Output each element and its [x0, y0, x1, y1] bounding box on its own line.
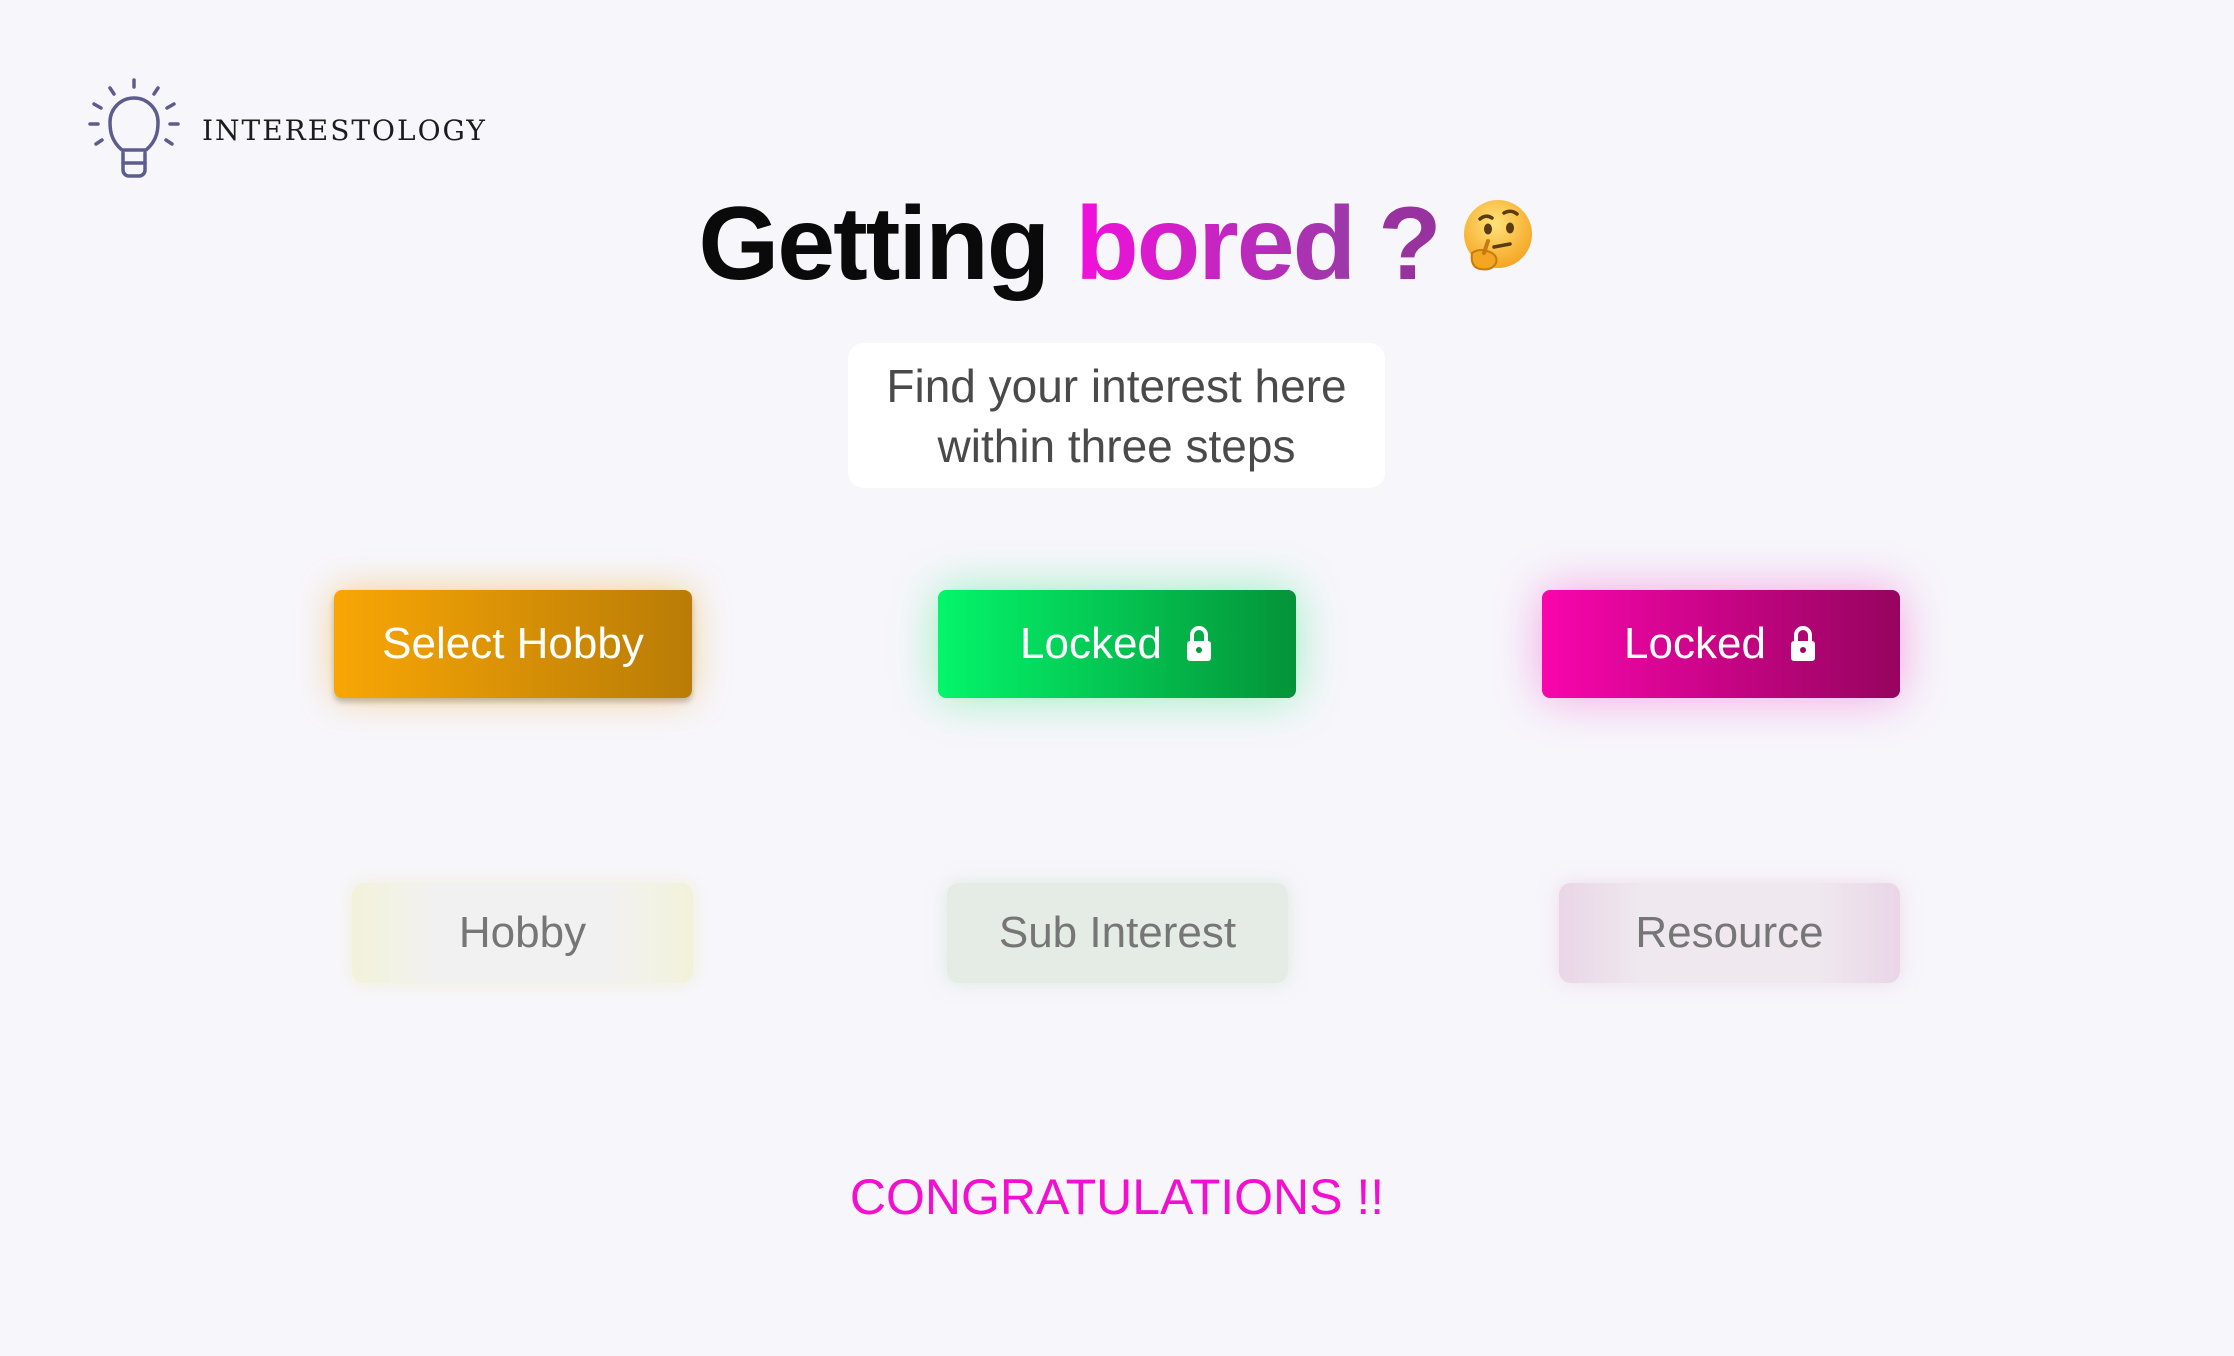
sub-interest-tag: Sub Interest [947, 883, 1288, 983]
sub-interest-tag-label: Sub Interest [998, 908, 1237, 957]
subtitle-text: Find your interest here within three ste… [886, 359, 1347, 472]
hobby-tag-label: Hobby [458, 908, 587, 957]
hobby-tag: Hobby [352, 883, 693, 983]
resource-tag-label: Resource [1635, 908, 1824, 957]
resource-tag: Resource [1559, 883, 1900, 983]
locked-sub-interest-button[interactable]: Locked [938, 590, 1296, 698]
locked-resource-button[interactable]: Locked [1542, 590, 1900, 698]
select-hobby-button[interactable]: Select Hobby [334, 590, 692, 698]
brand-name: INTERESTOLOGY [202, 113, 487, 147]
brand-logo[interactable]: INTERESTOLOGY [86, 78, 487, 182]
page-title: Getting bored? [0, 185, 2234, 304]
locked-label: Locked [1624, 619, 1766, 668]
title-word-bored: bored [1075, 186, 1356, 302]
title-question-mark: ? [1378, 186, 1442, 302]
thinking-face-icon [1463, 200, 1532, 271]
title-word-getting: Getting [698, 186, 1050, 302]
lock-icon [1790, 626, 1815, 661]
select-hobby-label: Select Hobby [382, 619, 644, 668]
lightbulb-icon [88, 78, 180, 178]
congratulations-message: CONGRATULATIONS !! [849, 1169, 1385, 1225]
locked-label: Locked [1020, 619, 1162, 668]
lock-icon [1186, 626, 1211, 661]
subtitle-card: Find your interest here within three ste… [848, 343, 1385, 488]
